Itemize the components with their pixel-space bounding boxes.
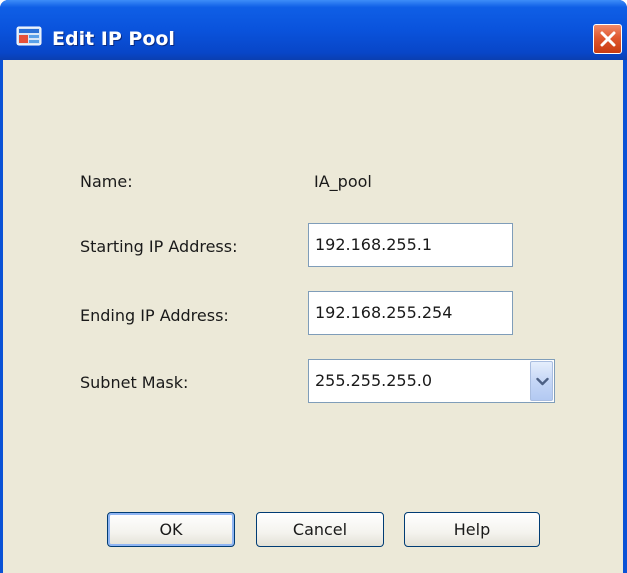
- starting-ip-input[interactable]: 192.168.255.1: [308, 223, 513, 267]
- subnet-mask-dropdown-button[interactable]: [530, 361, 553, 401]
- dialog-title: Edit IP Pool: [52, 28, 175, 50]
- help-button[interactable]: Help: [404, 512, 540, 547]
- close-x-icon: [600, 31, 616, 47]
- ending-ip-label: Ending IP Address:: [80, 306, 229, 325]
- app-icon: [16, 24, 44, 48]
- subnet-mask-select[interactable]: 255.255.255.0: [308, 359, 555, 403]
- ok-button[interactable]: OK: [107, 512, 235, 547]
- name-value: IA_pool: [314, 172, 372, 191]
- title-bar[interactable]: Edit IP Pool: [0, 0, 627, 60]
- chevron-down-icon: [536, 377, 549, 386]
- name-label: Name:: [80, 172, 133, 191]
- edit-ip-pool-dialog: Edit IP Pool Name: IA_pool Starting IP A…: [0, 0, 627, 573]
- subnet-mask-label: Subnet Mask:: [80, 373, 189, 392]
- ending-ip-input[interactable]: 192.168.255.254: [308, 291, 513, 335]
- starting-ip-label: Starting IP Address:: [80, 237, 238, 256]
- cancel-button[interactable]: Cancel: [256, 512, 384, 547]
- close-button[interactable]: [593, 24, 622, 54]
- dialog-body: Name: IA_pool Starting IP Address: 192.1…: [3, 60, 623, 573]
